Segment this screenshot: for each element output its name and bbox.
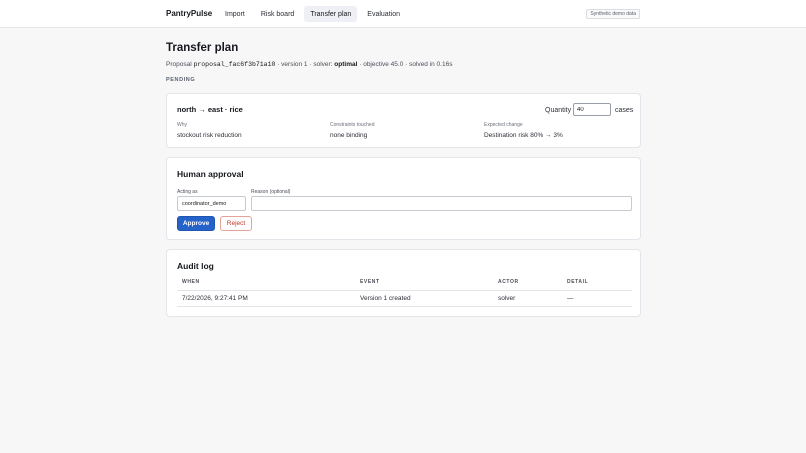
expected-change-column: Expected change Destination risk 80% → 3… bbox=[484, 122, 563, 139]
table-header-row: WHEN EVENT ACTOR DETAIL bbox=[177, 275, 632, 291]
reason-label: Reason (optional) bbox=[251, 189, 291, 195]
transfer-card: north → east · rice Quantity cases Why s… bbox=[166, 93, 641, 148]
proposal-prefix: Proposal bbox=[166, 61, 192, 68]
nav-risk-board[interactable]: Risk board bbox=[255, 6, 300, 22]
expected-change-label: Expected change bbox=[484, 122, 523, 128]
approval-card: Human approval Acting as Reason (optiona… bbox=[166, 157, 641, 240]
column-event: EVENT bbox=[355, 275, 493, 291]
proposal-meta: Proposal proposal_fac6f3b71a10 · version… bbox=[166, 61, 452, 68]
why-value: stockout risk reduction bbox=[177, 132, 242, 139]
audit-log-card: Audit log WHEN EVENT ACTOR DETAIL 7/22/2… bbox=[166, 249, 641, 317]
constraints-value: none binding bbox=[330, 132, 368, 139]
approval-title: Human approval bbox=[177, 169, 244, 179]
quantity-input[interactable] bbox=[573, 103, 611, 116]
cell-actor: solver bbox=[493, 290, 562, 307]
table-row: 7/22/2026, 9:27:41 PM Version 1 created … bbox=[177, 290, 632, 307]
constraints-label: Constraints touched bbox=[330, 122, 375, 128]
acting-as-label: Acting as bbox=[177, 189, 198, 195]
reason-input[interactable] bbox=[251, 196, 632, 211]
proposal-id: proposal_fac6f3b71a10 bbox=[193, 61, 276, 68]
nav-transfer-plan[interactable]: Transfer plan bbox=[304, 6, 358, 22]
nav-evaluation[interactable]: Evaluation bbox=[361, 6, 406, 22]
proposal-version: · version 1 · solver: bbox=[277, 61, 333, 68]
expected-change-value: Destination risk 80% → 3% bbox=[484, 132, 563, 139]
top-navbar: PantryPulse Import Risk board Transfer p… bbox=[0, 0, 806, 28]
audit-log-title: Audit log bbox=[177, 261, 214, 271]
reject-button[interactable]: Reject bbox=[220, 216, 252, 231]
brand-logo[interactable]: PantryPulse bbox=[166, 9, 212, 18]
audit-log-table: WHEN EVENT ACTOR DETAIL 7/22/2026, 9:27:… bbox=[177, 275, 632, 307]
why-column: Why stockout risk reduction bbox=[177, 122, 242, 139]
acting-as-input[interactable] bbox=[177, 196, 246, 211]
proposal-objective: · objective 45.0 · solved in 0.16s bbox=[359, 61, 453, 68]
synthetic-data-badge: Synthetic demo data bbox=[586, 9, 640, 19]
why-label: Why bbox=[177, 122, 187, 128]
column-detail: DETAIL bbox=[562, 275, 632, 291]
status-badge: PENDING bbox=[166, 77, 196, 83]
approve-button[interactable]: Approve bbox=[177, 216, 215, 231]
column-when: WHEN bbox=[177, 275, 355, 291]
page-title: Transfer plan bbox=[166, 42, 239, 54]
constraints-column: Constraints touched none binding bbox=[330, 122, 374, 139]
transfer-route: north → east · rice bbox=[177, 105, 243, 114]
column-actor: ACTOR bbox=[493, 275, 562, 291]
cell-event: Version 1 created bbox=[355, 290, 493, 307]
solver-status: optimal bbox=[334, 61, 358, 68]
cell-when: 7/22/2026, 9:27:41 PM bbox=[177, 290, 355, 307]
main-nav: Import Risk board Transfer plan Evaluati… bbox=[219, 6, 406, 22]
cell-detail: — bbox=[562, 290, 632, 307]
nav-import[interactable]: Import bbox=[219, 6, 251, 22]
quantity-unit: cases bbox=[615, 107, 634, 114]
quantity-label: Quantity bbox=[545, 107, 572, 114]
